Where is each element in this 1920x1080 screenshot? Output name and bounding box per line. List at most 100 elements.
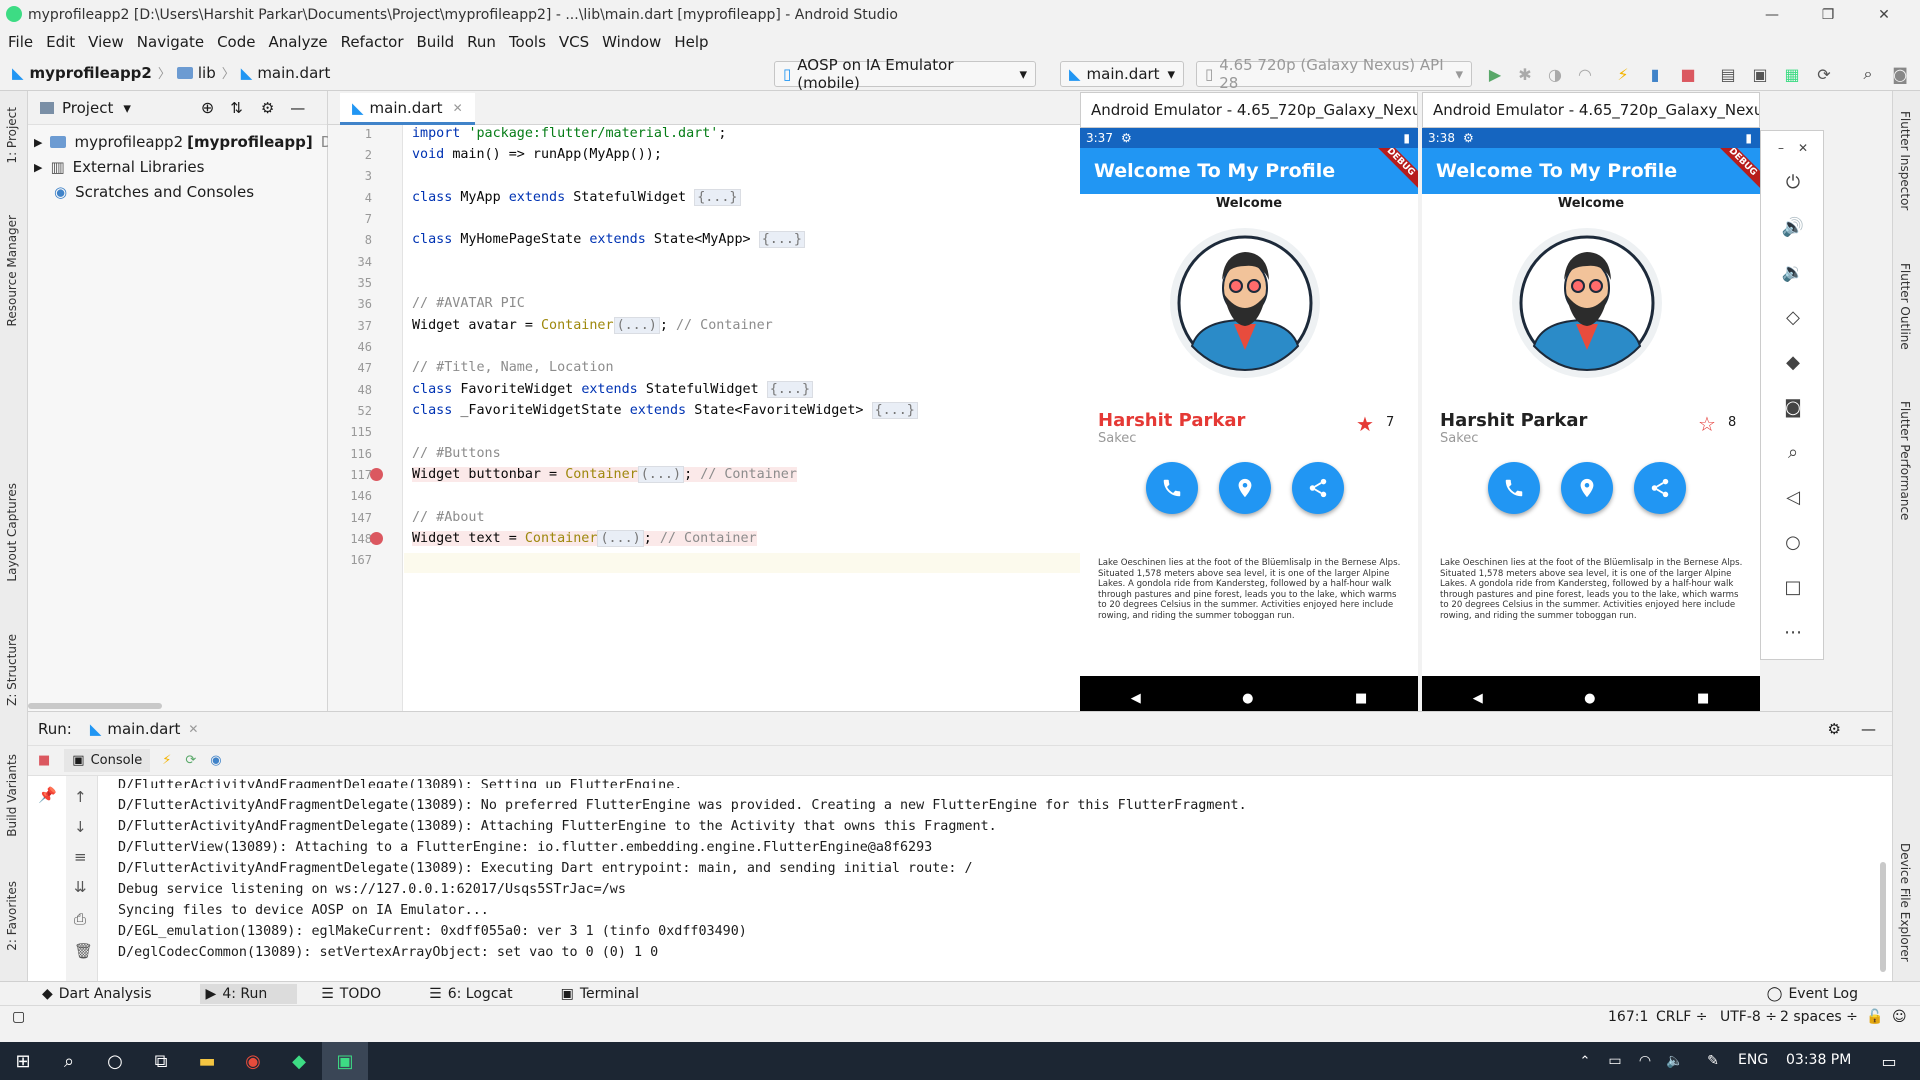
hot-reload-icon[interactable]: ⚡ xyxy=(162,753,171,768)
search-icon[interactable]: ⌕ xyxy=(46,1042,92,1080)
overview-icon[interactable]: □ xyxy=(1761,572,1825,602)
favorite-star-outline-icon[interactable]: ☆ xyxy=(1698,412,1716,436)
indent-setting[interactable]: 2 spaces ÷ xyxy=(1780,1009,1858,1025)
tree-item-external-libraries[interactable]: ▶ ▥ External Libraries xyxy=(34,158,204,176)
tree-item-scratches[interactable]: ◉ Scratches and Consoles xyxy=(54,183,254,201)
horizontal-scrollbar[interactable] xyxy=(28,703,162,709)
menu-edit[interactable]: Edit xyxy=(46,33,75,51)
location-button[interactable] xyxy=(1219,462,1271,514)
down-icon[interactable]: ↓ xyxy=(74,818,87,836)
call-button[interactable] xyxy=(1488,462,1540,514)
emulator-screen[interactable]: 3:37 ⚙ ▮ Welcome To My Profile DEBUG Welcom… xyxy=(1080,128,1418,720)
menu-analyze[interactable]: Analyze xyxy=(268,33,327,51)
tab-run[interactable]: ▶ 4: Run xyxy=(199,983,298,1004)
sync-icon[interactable]: ⟳ xyxy=(1814,64,1834,84)
collapse-icon[interactable]: ⇅ xyxy=(230,99,243,117)
notifications-icon[interactable]: ▭ xyxy=(1866,1042,1912,1080)
chevron-down-icon[interactable]: ▾ xyxy=(123,99,131,117)
hide-icon[interactable]: — xyxy=(290,99,305,117)
menu-run[interactable]: Run xyxy=(467,33,496,51)
folded-code[interactable]: {...} xyxy=(694,189,741,206)
recents-icon[interactable]: ■ xyxy=(1355,691,1367,706)
stop-icon[interactable]: ■ xyxy=(38,753,50,768)
rotate-right-icon[interactable]: ◆ xyxy=(1761,347,1825,377)
emulator-screen[interactable]: 3:38 ⚙ ▮ Welcome To My Profile DEBUG Welcom… xyxy=(1422,128,1760,720)
breakpoint-icon[interactable] xyxy=(370,468,383,481)
tab-logcat[interactable]: ☰ 6: Logcat xyxy=(429,986,536,1002)
folded-code[interactable]: {...} xyxy=(871,402,918,419)
tab-main-dart[interactable]: ◣ main.dart ✕ xyxy=(340,93,475,125)
windows-start-icon[interactable]: ⊞ xyxy=(0,1042,46,1080)
locate-icon[interactable]: ⊕ xyxy=(201,98,214,117)
caret-position[interactable]: 167:1 xyxy=(1608,1009,1648,1025)
tab-flutter-outline[interactable]: Flutter Outline xyxy=(1898,263,1912,350)
minimize-icon[interactable]: – xyxy=(1778,141,1784,155)
lock-icon[interactable]: 🔓 xyxy=(1866,1009,1883,1025)
back-icon[interactable]: ◁ xyxy=(1761,482,1825,512)
vertical-scrollbar[interactable] xyxy=(1880,862,1886,972)
avd-selector[interactable]: ▯ 4.65 720p (Galaxy Nexus) API 28 ▾ xyxy=(1196,56,1472,92)
breadcrumb-project[interactable]: ◣ myprofileapp2 xyxy=(12,64,152,82)
more-icon[interactable]: ⋯ xyxy=(1761,617,1825,647)
back-icon[interactable]: ◀ xyxy=(1131,691,1141,706)
hot-restart-icon[interactable]: ▮ xyxy=(1645,64,1665,84)
menu-tools[interactable]: Tools xyxy=(509,33,546,51)
call-button[interactable] xyxy=(1146,462,1198,514)
close-icon[interactable]: ✕ xyxy=(453,101,463,115)
close-button[interactable]: ✕ xyxy=(1856,0,1912,29)
menu-navigate[interactable]: Navigate xyxy=(137,33,204,51)
tab-structure[interactable]: Z: Structure xyxy=(5,634,19,706)
pen-icon[interactable]: ✎ xyxy=(1690,1042,1736,1080)
trash-icon[interactable]: 🗑 xyxy=(74,942,93,960)
debug-icon[interactable]: ✱ xyxy=(1515,64,1535,84)
run-config-selector[interactable]: ◣ main.dart ▾ xyxy=(1060,61,1184,87)
tab-device-file-explorer[interactable]: Device File Explorer xyxy=(1898,843,1912,962)
chevron-right-icon[interactable]: ▶ xyxy=(34,161,42,174)
code-editor[interactable]: ◣ main.dart ✕ 1 2 3 4 7 8 34 35 36 37 46… xyxy=(328,91,1080,711)
device-selector[interactable]: ▯ AOSP on IA Emulator (mobile) ▾ xyxy=(774,56,1036,92)
gear-icon[interactable]: ⚙ xyxy=(261,99,274,117)
folded-code[interactable]: (...) xyxy=(597,530,644,547)
share-button[interactable] xyxy=(1634,462,1686,514)
hot-restart-icon[interactable]: ⟳ xyxy=(185,753,196,768)
layout-icon[interactable]: ▢ xyxy=(12,1009,25,1025)
tab-resource-manager[interactable]: Resource Manager xyxy=(5,215,19,326)
line-separator[interactable]: CRLF ÷ xyxy=(1656,1009,1708,1025)
hot-reload-icon[interactable]: ⚡ xyxy=(1613,64,1633,84)
folded-code[interactable]: {...} xyxy=(766,381,814,398)
rotate-left-icon[interactable]: ◇ xyxy=(1761,302,1825,332)
location-button[interactable] xyxy=(1561,462,1613,514)
clock[interactable]: 03:38 PM xyxy=(1786,1052,1851,1068)
tab-flutter-inspector[interactable]: Flutter Inspector xyxy=(1898,111,1912,210)
stop-icon[interactable]: ■ xyxy=(1678,64,1698,84)
android-studio-icon[interactable]: ◆ xyxy=(276,1042,322,1080)
attach-icon[interactable]: ◠ xyxy=(1575,64,1595,84)
pin-icon[interactable]: 📌 xyxy=(38,786,57,804)
tab-favorites[interactable]: 2: Favorites xyxy=(5,881,19,951)
run-icon[interactable]: ▶ xyxy=(1485,64,1505,84)
tab-layout-captures[interactable]: Layout Captures xyxy=(5,483,19,582)
favorite-star-icon[interactable]: ★ xyxy=(1356,412,1374,436)
close-icon[interactable]: ✕ xyxy=(188,722,198,736)
console-tab[interactable]: ▣ Console xyxy=(64,749,151,772)
back-icon[interactable]: ◀ xyxy=(1473,691,1483,706)
power-icon[interactable]: ⏻ xyxy=(1761,167,1825,197)
restore-button[interactable]: ❐ xyxy=(1800,0,1856,29)
gear-icon[interactable]: ⚙ xyxy=(1828,720,1841,738)
volume-down-icon[interactable]: 🔉 xyxy=(1761,257,1825,287)
avd-manager-icon[interactable]: ▦ xyxy=(1782,64,1802,84)
project-structure-icon[interactable]: ▤ xyxy=(1718,64,1738,84)
tab-todo[interactable]: ☰ TODO xyxy=(321,986,405,1002)
menu-file[interactable]: File xyxy=(8,33,33,51)
chevron-right-icon[interactable]: ▶ xyxy=(34,136,42,149)
tab-dart-analysis[interactable]: ◆ Dart Analysis xyxy=(42,986,176,1002)
zoom-icon[interactable]: ⌕ xyxy=(1761,437,1825,467)
emulator-app-icon[interactable]: ▣ xyxy=(322,1042,368,1080)
folded-code[interactable]: {...} xyxy=(758,231,805,248)
tab-flutter-performance[interactable]: Flutter Performance xyxy=(1898,401,1912,520)
camera-icon[interactable]: ◙ xyxy=(1761,392,1825,422)
menu-help[interactable]: Help xyxy=(674,33,708,51)
menu-refactor[interactable]: Refactor xyxy=(341,33,404,51)
tab-build-variants[interactable]: Build Variants xyxy=(5,754,19,837)
folded-code[interactable]: (...) xyxy=(613,317,660,334)
